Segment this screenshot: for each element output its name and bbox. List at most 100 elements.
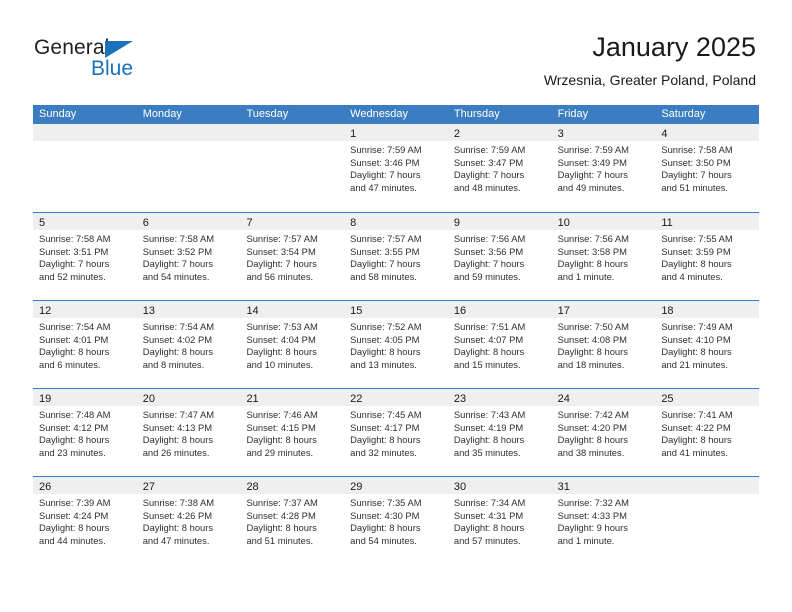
day-cell-18[interactable]: 18 Sunrise: 7:49 AM Sunset: 4:10 PM Dayligh…	[655, 301, 760, 388]
sunrise-text: Sunrise: 7:38 AM	[142, 497, 215, 508]
day-cell-14[interactable]: 14 Sunrise: 7:53 AM Sunset: 4:04 PM Dayligh…	[240, 301, 345, 388]
day-cell-9[interactable]: 9 Sunrise: 7:56 AM Sunset: 3:56 PM Daylight…	[447, 213, 552, 300]
day-number-bar: 22	[344, 389, 448, 406]
sunset-text: Sunset: 4:17 PM	[350, 421, 420, 433]
general-blue-logo[interactable]: General Blue	[34, 36, 164, 84]
day-cell-4[interactable]: 4 Sunrise: 7:58 AM Sunset: 3:50 PM Daylight…	[655, 124, 760, 212]
daylight-text: and 56 minutes.	[246, 270, 314, 282]
calendar-week-row: 5 Sunrise: 7:58 AM Sunset: 3:51 PM Daylight…	[33, 212, 760, 300]
daylight-text: Daylight: 7 hours	[453, 258, 525, 270]
sunrise-text: Sunrise: 7:49 AM	[661, 321, 733, 332]
sunset-text: Sunset: 4:22 PM	[661, 421, 731, 433]
day-cell-5[interactable]: 5 Sunrise: 7:58 AM Sunset: 3:51 PM Daylight…	[33, 213, 137, 300]
page-header: General Blue January 2025 Wrzesnia, Grea…	[0, 0, 792, 100]
day-details: Sunrise: 7:43 AM Sunset: 4:19 PM Daylight:…	[448, 406, 552, 459]
day-details: Sunrise: 7:39 AM Sunset: 4:24 PM Daylight:…	[33, 494, 137, 547]
day-cell-21[interactable]: 21 Sunrise: 7:46 AM Sunset: 4:15 PM Dayligh…	[240, 389, 345, 476]
day-cell-25[interactable]: 25 Sunrise: 7:41 AM Sunset: 4:22 PM Dayligh…	[655, 389, 760, 476]
day-details	[137, 141, 241, 144]
sunrise-text: Sunrise: 7:55 AM	[661, 233, 733, 244]
daylight-text: and 4 minutes.	[661, 270, 723, 282]
weekday-header-friday: Friday	[557, 108, 589, 120]
logo-text-blue: Blue	[91, 57, 134, 80]
daylight-text: and 58 minutes.	[350, 270, 417, 282]
day-cell-23[interactable]: 23 Sunrise: 7:43 AM Sunset: 4:19 PM Dayligh…	[447, 389, 552, 476]
day-number-bar: 23	[447, 389, 552, 406]
day-cell-15[interactable]: 15 Sunrise: 7:52 AM Sunset: 4:05 PM Dayligh…	[344, 301, 448, 388]
day-cell-26[interactable]: 26 Sunrise: 7:39 AM Sunset: 4:24 PM Dayligh…	[33, 477, 137, 564]
day-number-bar	[136, 124, 241, 141]
day-number-bar: 15	[344, 301, 448, 318]
day-number: 25	[661, 393, 674, 405]
sunset-text: Sunset: 3:59 PM	[661, 245, 731, 257]
day-cell-2[interactable]: 2 Sunrise: 7:59 AM Sunset: 3:47 PM Daylight…	[447, 124, 552, 212]
sunset-text: Sunset: 4:07 PM	[453, 333, 524, 345]
day-cell-7[interactable]: 7 Sunrise: 7:57 AM Sunset: 3:54 PM Daylight…	[240, 213, 345, 300]
day-cell-12[interactable]: 12 Sunrise: 7:54 AM Sunset: 4:01 PM Dayligh…	[33, 301, 137, 388]
day-cell-empty	[33, 124, 137, 212]
day-details: Sunrise: 7:35 AM Sunset: 4:30 PM Daylight:…	[344, 494, 448, 547]
daylight-text: Daylight: 8 hours	[246, 522, 317, 534]
sunrise-text: Sunrise: 7:58 AM	[661, 144, 733, 155]
day-cell-8[interactable]: 8 Sunrise: 7:57 AM Sunset: 3:55 PM Daylight…	[344, 213, 448, 300]
day-cell-22[interactable]: 22 Sunrise: 7:45 AM Sunset: 4:17 PM Dayligh…	[344, 389, 448, 476]
daylight-text: Daylight: 9 hours	[557, 522, 628, 534]
daylight-text: and 18 minutes.	[557, 358, 625, 370]
day-number: 24	[557, 393, 570, 405]
sunset-text: Sunset: 4:05 PM	[350, 333, 420, 345]
day-cell-19[interactable]: 19 Sunrise: 7:48 AM Sunset: 4:12 PM Dayligh…	[33, 389, 137, 476]
day-number-bar: 5	[33, 213, 137, 230]
sunrise-text: Sunrise: 7:43 AM	[453, 409, 526, 420]
day-number-bar	[33, 124, 137, 141]
day-number: 22	[350, 393, 363, 405]
sunrise-text: Sunrise: 7:56 AM	[453, 233, 526, 244]
day-cell-16[interactable]: 16 Sunrise: 7:51 AM Sunset: 4:07 PM Dayligh…	[447, 301, 552, 388]
day-number-bar: 14	[240, 301, 345, 318]
day-details: Sunrise: 7:41 AM Sunset: 4:22 PM Daylight:…	[655, 406, 759, 459]
triangle-icon	[105, 41, 133, 58]
day-cell-6[interactable]: 6 Sunrise: 7:58 AM Sunset: 3:52 PM Daylight…	[136, 213, 241, 300]
day-number: 27	[142, 481, 155, 493]
day-cell-17[interactable]: 17 Sunrise: 7:50 AM Sunset: 4:08 PM Dayligh…	[551, 301, 656, 388]
day-details: Sunrise: 7:49 AM Sunset: 4:10 PM Daylight:…	[655, 318, 759, 371]
day-cell-13[interactable]: 13 Sunrise: 7:54 AM Sunset: 4:02 PM Dayligh…	[136, 301, 241, 388]
weekday-header-wednesday: Wednesday	[350, 108, 409, 120]
day-number-bar: 28	[240, 477, 345, 494]
day-cell-28[interactable]: 28 Sunrise: 7:37 AM Sunset: 4:28 PM Dayligh…	[240, 477, 345, 564]
day-number: 26	[39, 481, 52, 493]
day-details	[240, 141, 344, 144]
daylight-text: and 1 minute.	[557, 534, 615, 546]
daylight-text: Daylight: 8 hours	[142, 434, 214, 446]
sunset-text: Sunset: 4:30 PM	[350, 509, 420, 521]
day-cell-30[interactable]: 30 Sunrise: 7:34 AM Sunset: 4:31 PM Dayligh…	[447, 477, 552, 564]
day-cell-24[interactable]: 24 Sunrise: 7:42 AM Sunset: 4:20 PM Dayligh…	[551, 389, 656, 476]
day-cell-1[interactable]: 1 Sunrise: 7:59 AM Sunset: 3:46 PM Daylight…	[344, 124, 448, 212]
daylight-text: Daylight: 8 hours	[142, 522, 214, 534]
sunset-text: Sunset: 4:02 PM	[142, 333, 213, 345]
day-number: 28	[246, 481, 259, 493]
day-cell-20[interactable]: 20 Sunrise: 7:47 AM Sunset: 4:13 PM Dayligh…	[136, 389, 241, 476]
day-details: Sunrise: 7:57 AM Sunset: 3:55 PM Daylight:…	[344, 230, 448, 283]
day-cell-11[interactable]: 11 Sunrise: 7:55 AM Sunset: 3:59 PM Dayligh…	[655, 213, 760, 300]
daylight-text: Daylight: 8 hours	[39, 522, 110, 534]
sunrise-text: Sunrise: 7:51 AM	[453, 321, 526, 332]
sunset-text: Sunset: 3:54 PM	[246, 245, 316, 257]
sunset-text: Sunset: 4:19 PM	[453, 421, 524, 433]
day-number-bar: 16	[447, 301, 552, 318]
day-cell-29[interactable]: 29 Sunrise: 7:35 AM Sunset: 4:30 PM Dayligh…	[344, 477, 448, 564]
day-number-bar: 1	[344, 124, 448, 141]
day-details: Sunrise: 7:59 AM Sunset: 3:47 PM Daylight:…	[448, 141, 552, 194]
day-number-bar: 11	[655, 213, 760, 230]
daylight-text: and 21 minutes.	[661, 358, 729, 370]
page-title: January 2025	[592, 32, 756, 62]
day-cell-31[interactable]: 31 Sunrise: 7:32 AM Sunset: 4:33 PM Dayligh…	[551, 477, 656, 564]
daylight-text: Daylight: 8 hours	[557, 258, 628, 270]
day-cell-10[interactable]: 10 Sunrise: 7:56 AM Sunset: 3:58 PM Dayligh…	[551, 213, 656, 300]
sunset-text: Sunset: 3:58 PM	[557, 245, 627, 257]
day-cell-3[interactable]: 3 Sunrise: 7:59 AM Sunset: 3:49 PM Daylight…	[551, 124, 656, 212]
sunrise-text: Sunrise: 7:47 AM	[142, 409, 215, 420]
day-cell-27[interactable]: 27 Sunrise: 7:38 AM Sunset: 4:26 PM Dayligh…	[136, 477, 241, 564]
calendar-week-row: 26 Sunrise: 7:39 AM Sunset: 4:24 PM Dayligh…	[33, 476, 760, 564]
day-cell-empty	[240, 124, 345, 212]
daylight-text: and 32 minutes.	[350, 446, 417, 458]
